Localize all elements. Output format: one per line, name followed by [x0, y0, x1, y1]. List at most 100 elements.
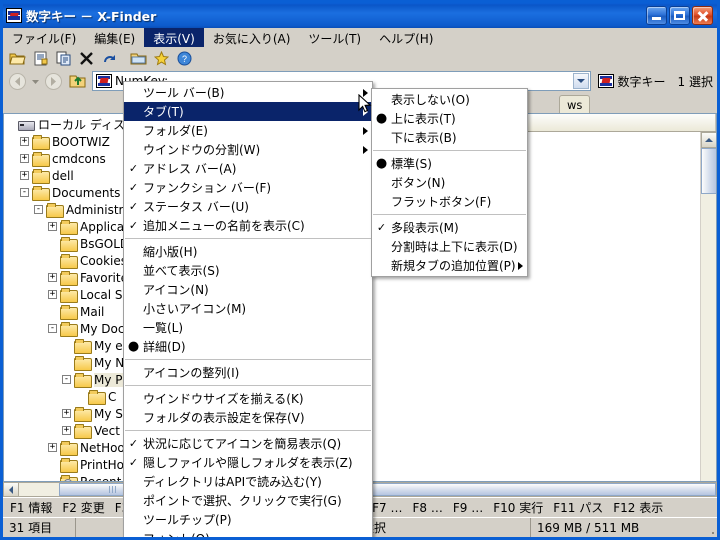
menu-item[interactable]: ポイントで選択、クリックで実行(G) — [124, 491, 372, 510]
menu-item[interactable]: タブ(T) — [124, 102, 372, 121]
minimize-button[interactable] — [646, 6, 667, 25]
list-vertical-scrollbar[interactable] — [700, 132, 716, 481]
menu-item-label: アイコンの整列(I) — [143, 366, 240, 380]
expand-icon[interactable]: + — [20, 171, 29, 180]
menu-item[interactable]: 並べて表示(S) — [124, 261, 372, 280]
menu-item[interactable]: ● 詳細(D) — [124, 337, 372, 356]
expand-icon[interactable]: + — [48, 222, 57, 231]
menu-edit[interactable]: 編集(E) — [85, 28, 144, 47]
menu-item[interactable]: 一覧(L) — [124, 318, 372, 337]
expand-icon[interactable]: + — [62, 426, 71, 435]
properties-icon[interactable] — [29, 48, 52, 69]
back-dropdown-icon[interactable] — [30, 71, 41, 92]
resize-grip[interactable] — [701, 518, 717, 537]
menu-item[interactable]: ✓ ファンクション バー(F) — [124, 178, 372, 197]
status-item-count: 31 項目 — [9, 521, 53, 535]
menu-item[interactable]: ツール バー(B) — [124, 83, 372, 102]
tree-scroll-left-button[interactable] — [4, 483, 19, 496]
function-key[interactable]: F11 パス — [548, 499, 608, 516]
menu-item-label: 隠しファイルや隠しフォルダを表示(Z) — [143, 456, 353, 470]
menu-item[interactable]: ✓ 隠しファイルや隠しフォルダを表示(Z) — [124, 453, 372, 472]
menu-item-label: 状況に応じてアイコンを簡易表示(Q) — [143, 437, 342, 451]
check-icon: ✓ — [128, 181, 139, 194]
delete-icon[interactable] — [75, 48, 98, 69]
tree-item-label: C — [108, 389, 117, 404]
submenu-arrow-icon — [363, 126, 368, 135]
menu-tools[interactable]: ツール(T) — [299, 28, 370, 47]
menu-item[interactable]: ボタン(N) — [372, 173, 527, 192]
copy-icon[interactable] — [52, 48, 75, 69]
help-icon[interactable]: ? — [173, 48, 196, 69]
menu-item[interactable]: 新規タブの追加位置(P) — [372, 256, 527, 275]
radio-dot-icon: ● — [375, 111, 388, 126]
menu-item-label: アイコン(N) — [143, 283, 209, 297]
function-key[interactable]: F12 表示 — [608, 499, 668, 516]
menu-item[interactable]: フォルダの表示設定を保存(V) — [124, 408, 372, 427]
back-button[interactable] — [6, 71, 29, 92]
menu-item[interactable]: フラットボタン(F) — [372, 192, 527, 211]
folder-view-icon[interactable] — [127, 48, 150, 69]
tab-windows[interactable]: ws — [559, 95, 591, 113]
tree-item-label: My S — [94, 406, 123, 421]
menu-item[interactable]: 分割時は上下に表示(D) — [372, 237, 527, 256]
menu-item[interactable]: 縮小版(H) — [124, 242, 372, 261]
function-key[interactable]: F1 情報 — [5, 499, 57, 516]
menu-item[interactable]: フォント(O)… — [124, 529, 372, 537]
collapse-icon[interactable]: - — [34, 205, 43, 214]
folder-icon — [74, 356, 92, 371]
menu-item[interactable]: ● 上に表示(T) — [372, 109, 527, 128]
up-folder-button[interactable] — [66, 71, 89, 92]
menu-item[interactable]: 小さいアイコン(M) — [124, 299, 372, 318]
menu-item[interactable]: ディレクトリはAPIで読み込む(Y) — [124, 472, 372, 491]
menu-file[interactable]: ファイル(F) — [3, 28, 85, 47]
menu-item[interactable]: 下に表示(B) — [372, 128, 527, 147]
menu-item[interactable]: ✓ ステータス バー(U) — [124, 197, 372, 216]
menu-favorites[interactable]: お気に入り(A) — [204, 28, 300, 47]
menu-view[interactable]: 表示(V) — [144, 28, 204, 47]
menu-item[interactable]: ✓ 状況に応じてアイコンを簡易表示(Q) — [124, 434, 372, 453]
menu-item[interactable]: アイコンの整列(I) — [124, 363, 372, 382]
menu-item[interactable]: ウインドウの分割(W) — [124, 140, 372, 159]
tab-submenu-popup[interactable]: 表示しない(O) ● 上に表示(T) 下に表示(B) ● 標準(S) ボタン(N) フラットボ… — [371, 88, 528, 277]
menu-item-label: 小さいアイコン(M) — [143, 302, 247, 316]
expand-icon[interactable]: + — [20, 137, 29, 146]
collapse-icon[interactable]: - — [62, 375, 71, 384]
menu-help[interactable]: ヘルプ(H) — [370, 28, 442, 47]
collapse-icon[interactable]: - — [20, 188, 29, 197]
menu-item[interactable]: ✓ アドレス バー(A) — [124, 159, 372, 178]
menu-item[interactable]: ● 標準(S) — [372, 154, 527, 173]
menu-item[interactable]: ✓ 追加メニューの名前を表示(C) — [124, 216, 372, 235]
folder-icon — [46, 203, 64, 218]
menu-item[interactable]: フォルダ(E) — [124, 121, 372, 140]
expand-icon[interactable]: + — [48, 443, 57, 452]
expand-icon[interactable]: + — [48, 273, 57, 282]
function-key[interactable]: F8 … — [408, 501, 448, 515]
scroll-thumb[interactable] — [701, 148, 716, 194]
forward-button[interactable] — [42, 71, 65, 92]
function-key[interactable]: F9 … — [448, 501, 488, 515]
view-menu-popup[interactable]: ツール バー(B) タブ(T) フォルダ(E) ウインドウの分割(W) ✓ アドレス バー… — [123, 81, 373, 537]
collapse-icon[interactable]: - — [48, 324, 57, 333]
menu-item[interactable]: ツールチップ(P) — [124, 510, 372, 529]
folder-icon — [88, 390, 106, 405]
favorites-star-icon[interactable] — [150, 48, 173, 69]
menu-item[interactable]: ウインドウサイズを揃える(K) — [124, 389, 372, 408]
expand-icon[interactable]: + — [62, 409, 71, 418]
open-folder-icon[interactable] — [6, 48, 29, 69]
expand-icon[interactable]: + — [48, 290, 57, 299]
chevron-down-icon[interactable] — [572, 73, 589, 89]
menu-item[interactable]: アイコン(N) — [124, 280, 372, 299]
function-key[interactable]: F2 変更 — [57, 499, 109, 516]
folder-icon — [60, 271, 78, 286]
menu-item-label: タブ(T) — [143, 105, 184, 119]
menu-item[interactable]: ✓ 多段表示(M) — [372, 218, 527, 237]
function-key[interactable]: F7 … — [367, 501, 407, 515]
close-button[interactable] — [692, 6, 713, 25]
scroll-up-button[interactable] — [701, 132, 716, 148]
menu-item[interactable]: 表示しない(O) — [372, 90, 527, 109]
redo-icon[interactable] — [98, 48, 121, 69]
function-key[interactable]: F10 実行 — [488, 499, 548, 516]
expand-icon[interactable]: + — [20, 154, 29, 163]
maximize-button[interactable] — [669, 6, 690, 25]
